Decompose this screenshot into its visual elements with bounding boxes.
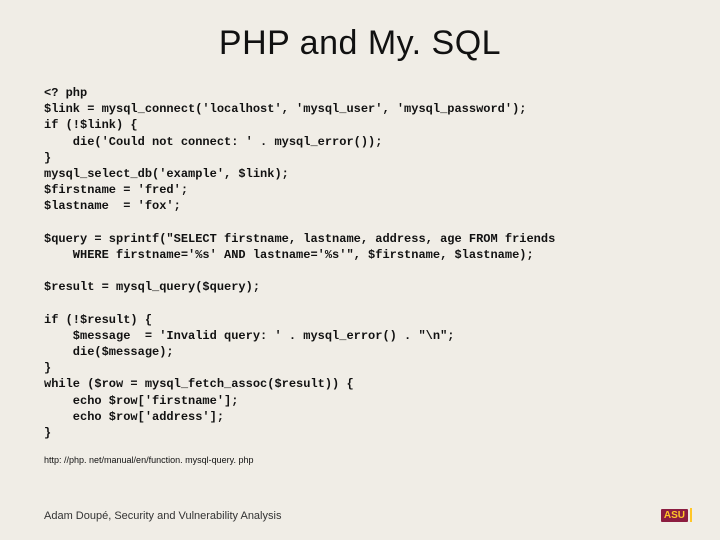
slide-title: PHP and My. SQL	[44, 24, 676, 63]
footer-author: Adam Doupé, Security and Vulnerability A…	[44, 510, 281, 522]
slide-container: PHP and My. SQL <? php $link = mysql_con…	[0, 0, 720, 540]
asu-logo-text: ASU	[661, 509, 688, 522]
code-block: <? php $link = mysql_connect('localhost'…	[44, 85, 676, 441]
asu-logo: ASU	[661, 508, 692, 522]
reference-url: http: //php. net/manual/en/function. mys…	[44, 455, 676, 465]
asu-logo-bar-icon	[690, 508, 692, 522]
